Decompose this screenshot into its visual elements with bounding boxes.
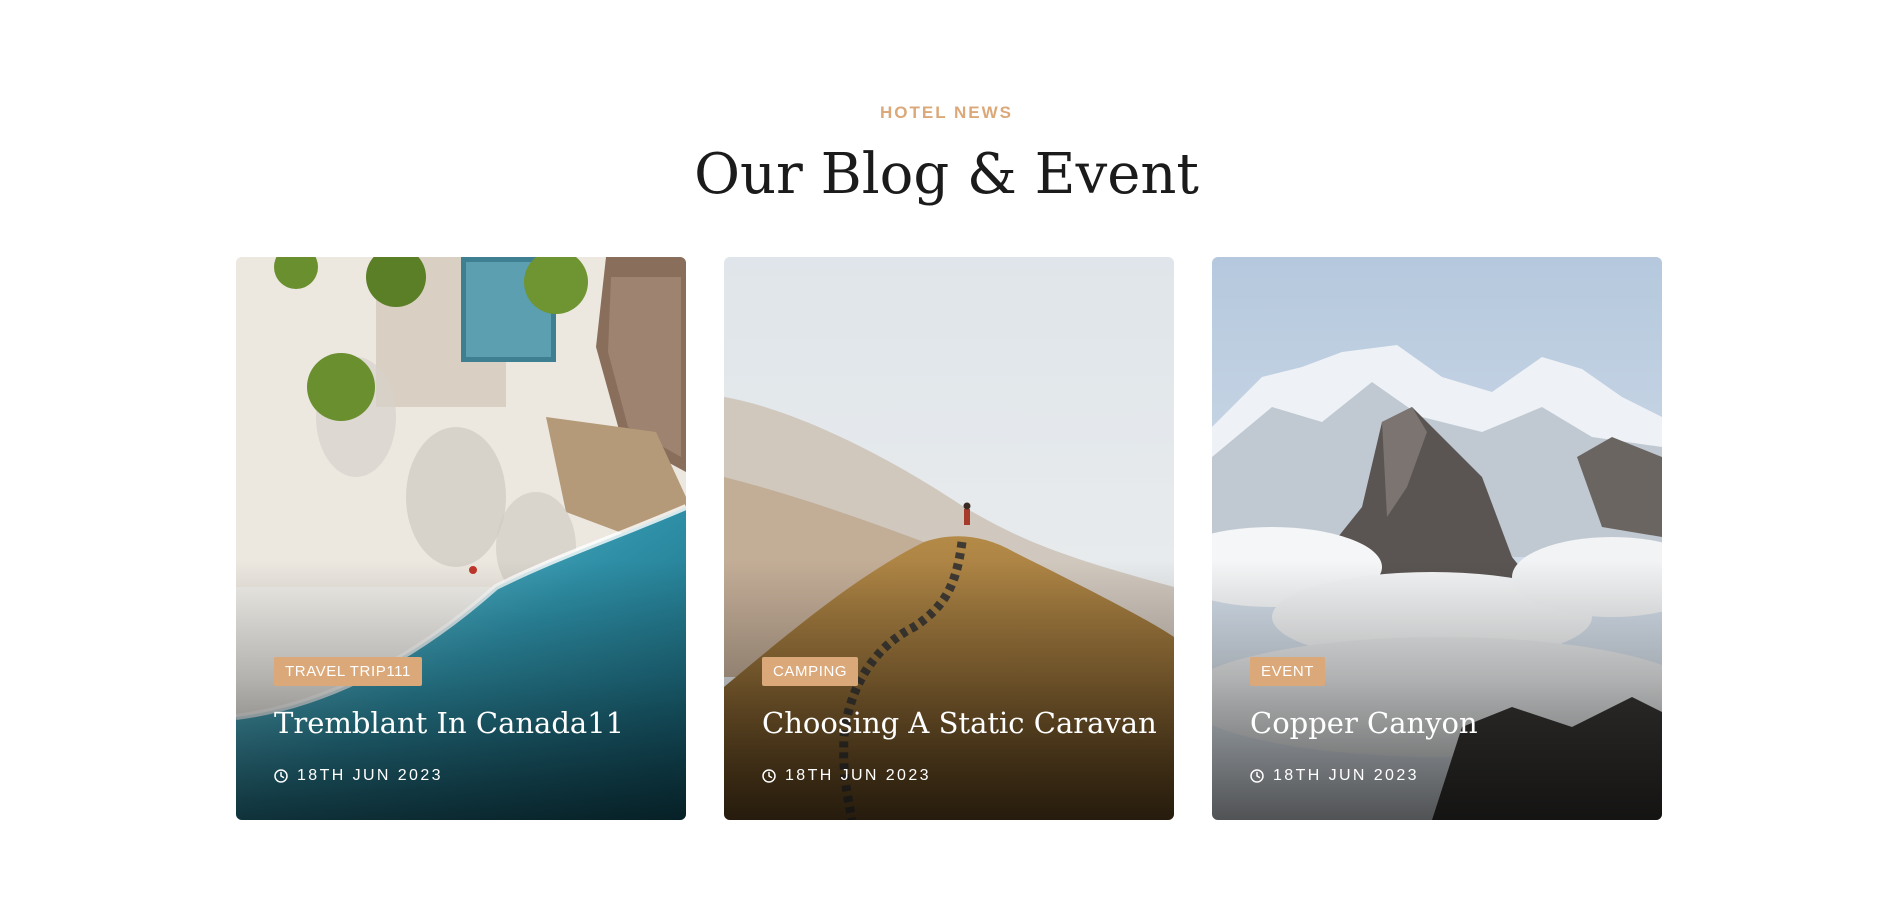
clock-icon — [762, 769, 776, 783]
clock-icon — [274, 769, 288, 783]
blog-card[interactable]: TRAVEL TRIP111 Tremblant In Canada11 18T… — [236, 257, 686, 820]
post-title[interactable]: Choosing A Static Caravan — [762, 705, 1162, 741]
post-date-text: 18TH JUN 2023 — [1273, 767, 1419, 784]
blog-card[interactable]: CAMPING Choosing A Static Caravan 18TH J… — [724, 257, 1174, 820]
post-date: 18TH JUN 2023 — [762, 767, 931, 785]
post-category-badge[interactable]: CAMPING — [762, 657, 859, 686]
post-date-text: 18TH JUN 2023 — [785, 767, 931, 784]
section-eyebrow: HOTEL NEWS — [879, 103, 1014, 122]
post-title[interactable]: Copper Canyon — [1250, 705, 1650, 741]
post-category-badge[interactable]: EVENT — [1250, 657, 1326, 686]
section-title: Our Blog & Event — [694, 142, 1199, 207]
blog-card-list: TRAVEL TRIP111 Tremblant In Canada11 18T… — [236, 257, 1666, 820]
post-date: 18TH JUN 2023 — [1250, 767, 1419, 785]
blog-card[interactable]: EVENT Copper Canyon 18TH JUN 2023 — [1212, 257, 1662, 820]
blog-section: HOTEL NEWS Our Blog & Event TRAVEL TRIP1… — [0, 0, 1893, 910]
post-title[interactable]: Tremblant In Canada11 — [274, 705, 674, 741]
clock-icon — [1250, 769, 1264, 783]
post-date-text: 18TH JUN 2023 — [297, 767, 443, 784]
post-date: 18TH JUN 2023 — [274, 767, 443, 785]
post-category-badge[interactable]: TRAVEL TRIP111 — [274, 657, 422, 686]
